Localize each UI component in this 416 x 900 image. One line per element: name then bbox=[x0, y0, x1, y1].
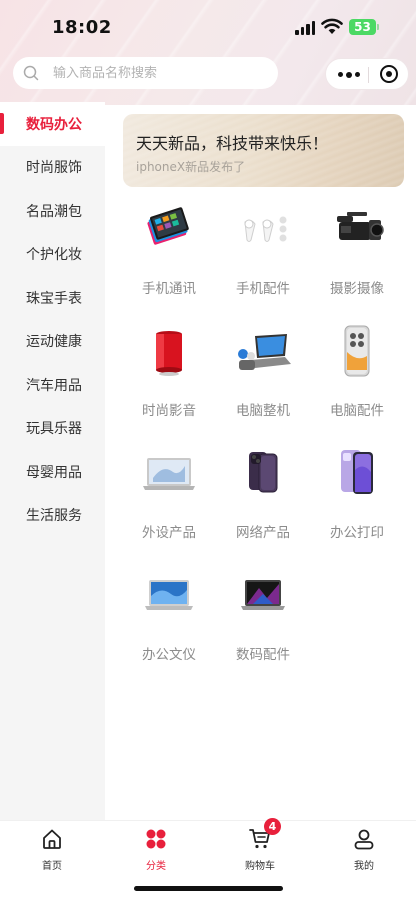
sidebar-item-baby[interactable]: 母婴用品 bbox=[0, 450, 105, 494]
category-printing[interactable]: 办公打印 bbox=[310, 444, 404, 566]
category-label: 手机配件 bbox=[236, 281, 290, 297]
tab-category[interactable]: 分类 bbox=[104, 827, 208, 873]
laptop-silver-icon bbox=[143, 458, 195, 490]
category-label: 电脑整机 bbox=[236, 403, 290, 419]
sidebar-item-sports[interactable]: 运动健康 bbox=[0, 320, 105, 364]
tab-cart[interactable]: 购物车 bbox=[208, 827, 312, 873]
speaker-icon bbox=[156, 331, 182, 376]
user-icon bbox=[354, 829, 374, 850]
category-audio[interactable]: 时尚影音 bbox=[122, 322, 216, 444]
sidebar-item-jewelry[interactable]: 珠宝手表 bbox=[0, 276, 105, 320]
tab-me[interactable]: 我的 bbox=[312, 827, 416, 873]
category-icon bbox=[146, 829, 166, 849]
category-label: 办公打印 bbox=[330, 525, 384, 541]
category-camera[interactable]: 摄影摄像 bbox=[310, 200, 404, 322]
tab-label: 购物车 bbox=[245, 861, 275, 872]
sidebar-item-fashion[interactable]: 时尚服饰 bbox=[0, 146, 105, 190]
banner-subtitle: iphoneX新品发布了 bbox=[136, 160, 246, 174]
search-icon bbox=[23, 65, 39, 81]
capsule-divider bbox=[368, 67, 369, 83]
camcorder-icon bbox=[337, 212, 384, 240]
signal-icon bbox=[295, 21, 315, 35]
category-label: 电脑配件 bbox=[330, 403, 384, 419]
phone-purple-icon bbox=[341, 450, 373, 494]
category-network[interactable]: 网络产品 bbox=[216, 444, 310, 566]
category-phones[interactable]: 手机通讯 bbox=[122, 200, 216, 322]
category-office-supplies[interactable]: 办公文仪 bbox=[122, 566, 216, 688]
iphone-icon bbox=[249, 452, 278, 493]
mini-program-capsule bbox=[325, 58, 409, 90]
status-time: 18:02 bbox=[52, 17, 112, 38]
category-label: 办公文仪 bbox=[142, 647, 196, 663]
category-sidebar: 数码办公 时尚服饰 名品潮包 个护化妆 珠宝手表 运动健康 汽车用品 玩具乐器 … bbox=[0, 102, 105, 820]
wifi-icon bbox=[321, 18, 343, 34]
category-label: 外设产品 bbox=[142, 525, 196, 541]
category-peripherals[interactable]: 外设产品 bbox=[122, 444, 216, 566]
category-label: 时尚影音 bbox=[142, 403, 196, 419]
macbook-dark-icon bbox=[241, 580, 285, 610]
earbuds-icon bbox=[244, 216, 287, 242]
battery-icon: 53 bbox=[349, 19, 379, 35]
tab-label: 分类 bbox=[146, 861, 166, 872]
status-bar: 18:02 53 bbox=[0, 0, 416, 56]
close-target-icon[interactable] bbox=[380, 65, 398, 83]
sidebar-item-cosmetics[interactable]: 个护化妆 bbox=[0, 233, 105, 277]
promo-banner[interactable]: 天天新品，科技带来快乐！ iphoneX新品发布了 bbox=[123, 114, 404, 187]
home-icon bbox=[43, 829, 61, 849]
category-phone-accessories[interactable]: 手机配件 bbox=[216, 200, 310, 322]
banner-title: 天天新品，科技带来快乐！ bbox=[136, 134, 329, 153]
more-icon[interactable] bbox=[338, 71, 360, 78]
tab-home[interactable]: 首页 bbox=[0, 827, 104, 873]
smartphone-icon bbox=[344, 325, 370, 377]
category-computer-accessories[interactable]: 电脑配件 bbox=[310, 322, 404, 444]
category-digital-accessories[interactable]: 数码配件 bbox=[216, 566, 310, 688]
category-label: 摄影摄像 bbox=[330, 281, 384, 297]
search-bar[interactable] bbox=[13, 57, 278, 89]
tab-label: 首页 bbox=[42, 861, 62, 872]
category-computers[interactable]: 电脑整机 bbox=[216, 322, 310, 444]
tab-label: 我的 bbox=[354, 861, 374, 872]
cart-badge: 4 bbox=[264, 818, 281, 835]
sidebar-item-auto[interactable]: 汽车用品 bbox=[0, 363, 105, 407]
category-label: 手机通讯 bbox=[142, 281, 196, 297]
sidebar-item-bags[interactable]: 名品潮包 bbox=[0, 189, 105, 233]
sidebar-item-digital-office[interactable]: 数码办公 bbox=[0, 102, 105, 146]
category-label: 网络产品 bbox=[236, 525, 290, 541]
home-indicator[interactable] bbox=[134, 886, 283, 891]
search-input[interactable] bbox=[53, 57, 268, 89]
macbook-blue-icon bbox=[145, 580, 193, 610]
tablet-icon bbox=[147, 207, 189, 245]
category-label: 数码配件 bbox=[236, 647, 290, 663]
sidebar-item-toys[interactable]: 玩具乐器 bbox=[0, 407, 105, 451]
laptop-icon bbox=[238, 334, 291, 370]
sidebar-item-services[interactable]: 生活服务 bbox=[0, 494, 105, 538]
